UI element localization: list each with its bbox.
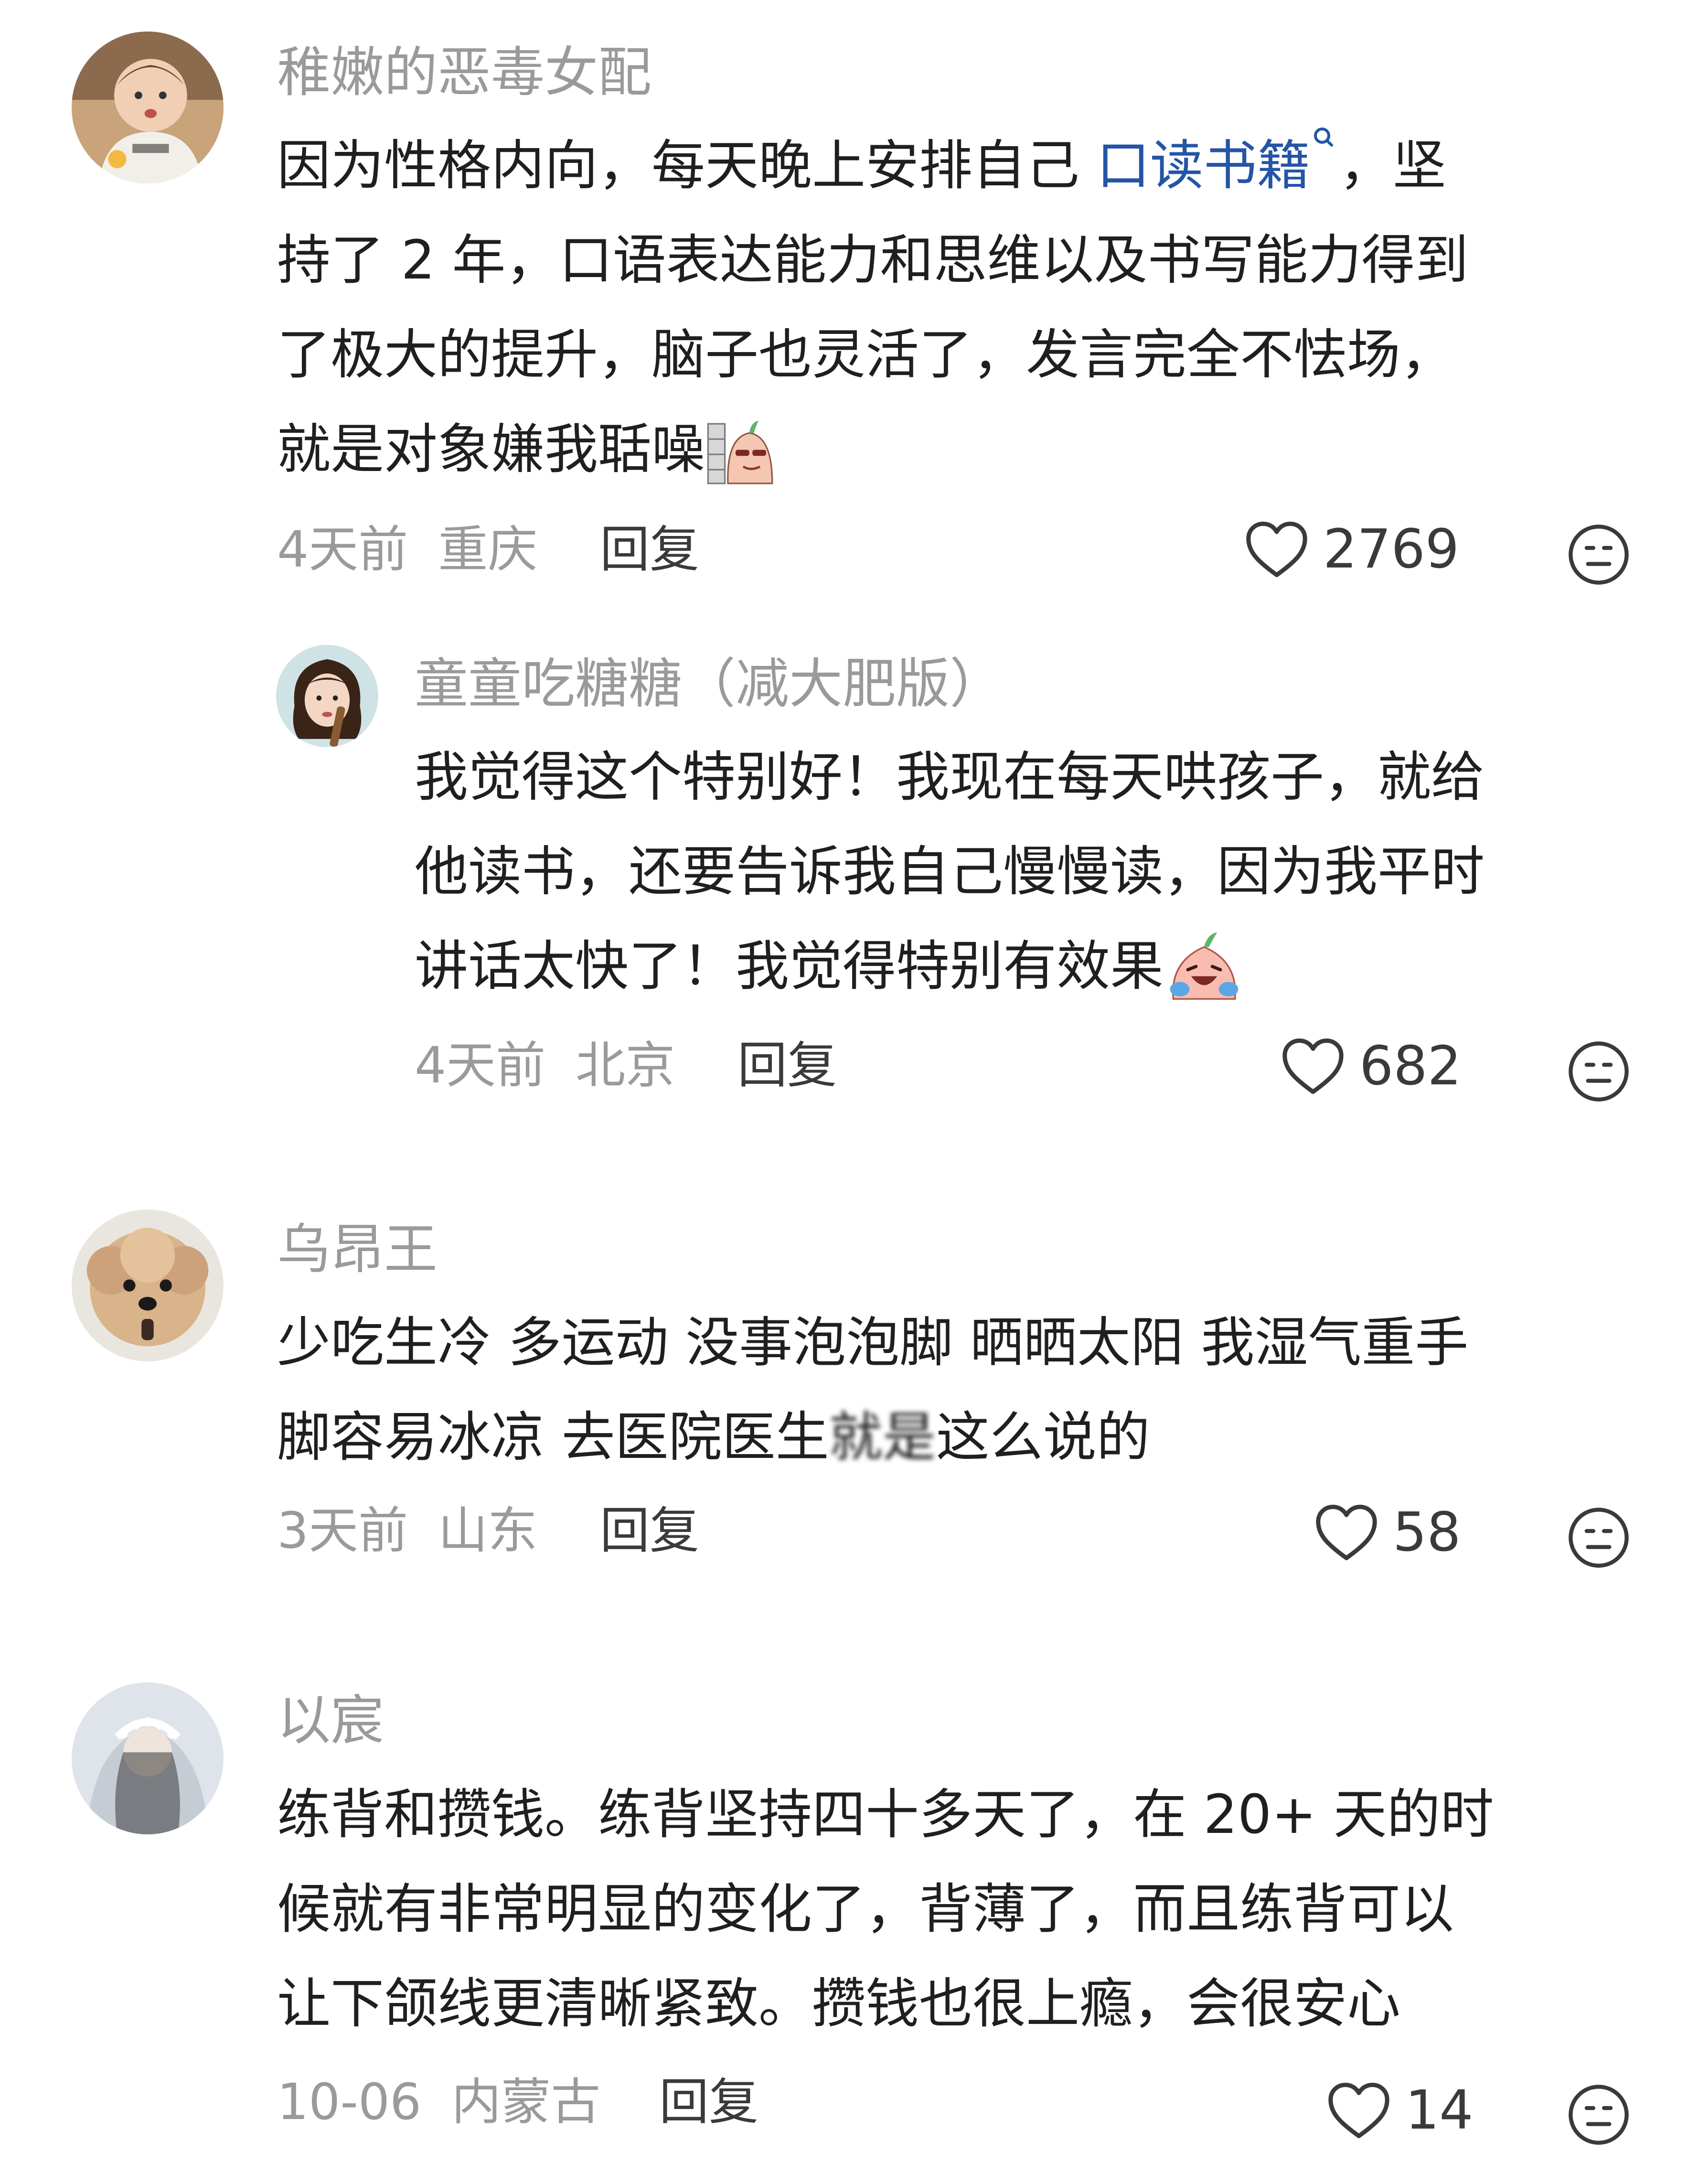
comment-time: 3天前 (277, 1501, 408, 1560)
username[interactable]: 以宸 (277, 1694, 384, 1747)
comment-meta: 4天前 重庆 (277, 525, 537, 574)
comment-line-text: 因为性格内向，每天晚上安排自己 (277, 135, 1097, 197)
comment-line: 练背和攒钱。练背坚持四十多天了，在 20+ 天的时 (277, 1784, 1494, 1846)
comment-location: 山东 (438, 1501, 538, 1560)
comment-line: 持了 2 年，口语表达能力和思维以及书写能力得到 (277, 229, 1469, 291)
username[interactable]: 童童吃糖糖（减大肥版） (415, 657, 1003, 711)
comment-text: 我觉得这个特别好！我现在每天哄孩子，就给 他读书，还要告诉我自己慢慢读，因为我平… (415, 730, 1484, 1014)
laugh-cry-emoji-icon (1170, 932, 1239, 1000)
avatar[interactable] (72, 1210, 224, 1361)
blurred-text: 就是 (829, 1406, 936, 1468)
like-count: 58 (1393, 1501, 1461, 1563)
comment-time: 4天前 (277, 520, 408, 578)
search-icon[interactable] (1311, 122, 1339, 165)
search-keyword-text[interactable]: 口读书籍 (1097, 135, 1311, 197)
comment-line-text: 脚容易冰凉 去医院医生 (277, 1406, 829, 1468)
neutral-face-icon[interactable] (1567, 523, 1631, 587)
comment-location: 北京 (576, 1036, 675, 1094)
comment-line-text: 就是对象嫌我聒噪 (277, 418, 705, 481)
neutral-face-icon[interactable] (1567, 1506, 1631, 1570)
like-button[interactable]: 2769 (1244, 520, 1459, 579)
reply-button[interactable]: 回复 (600, 1506, 699, 1555)
username[interactable]: 稚嫩的恶毒女配 (277, 46, 651, 99)
comment-time: 4天前 (415, 1036, 546, 1094)
comment-line: 讲话太快了！我觉得特别有效果 (415, 919, 1484, 1014)
avatar[interactable] (276, 645, 378, 747)
avatar[interactable] (72, 32, 224, 183)
like-count: 2769 (1323, 518, 1460, 580)
comment-line: 候就有非常明显的变化了，背薄了，而且练背可以 (277, 1878, 1454, 1940)
comment-line-text: 这么说的 (936, 1406, 1150, 1468)
comment-line-text: ，坚 (1339, 135, 1446, 197)
comment-location: 重庆 (438, 520, 538, 578)
neutral-face-icon[interactable] (1567, 1039, 1631, 1103)
comment-text: 练背和攒钱。练背坚持四十多天了，在 20+ 天的时 候就有非常明显的变化了，背薄… (277, 1767, 1494, 2051)
reply-button[interactable]: 回复 (600, 525, 699, 574)
comment-line-text: 讲话太快了！我觉得特别有效果 (415, 935, 1164, 997)
comment-meta: 4天前 北京 (415, 1040, 675, 1090)
like-button[interactable]: 14 (1326, 2081, 1474, 2140)
comment-meta: 3天前 山东 (277, 1506, 537, 1555)
comment-line: 少吃生冷 多运动 没事泡泡脚 晒晒太阳 我湿气重手 (277, 1312, 1469, 1374)
like-button[interactable]: 58 (1314, 1503, 1461, 1562)
like-count: 14 (1405, 2079, 1474, 2141)
comment-line: 了极大的提升，脑子也灵活了，发言完全不怯场， (277, 324, 1454, 386)
username[interactable]: 乌昂王 (277, 1223, 438, 1276)
comment-line: 他读书，还要告诉我自己慢慢读，因为我平时 (415, 841, 1484, 903)
heart-outline-icon[interactable] (1244, 520, 1310, 579)
neutral-face-icon[interactable] (1567, 2083, 1631, 2147)
comment-line: 脚容易冰凉 去医院医生就是这么说的 (277, 1390, 1468, 1485)
comment-text: 因为性格内向，每天晚上安排自己 口读书籍 ，坚 持了 2 年，口语表达能力和思维以… (277, 118, 1468, 497)
heart-outline-icon[interactable] (1314, 1503, 1379, 1562)
like-count: 682 (1359, 1035, 1462, 1097)
heart-outline-icon[interactable] (1280, 1037, 1346, 1096)
smug-emoji-icon (707, 421, 773, 484)
avatar[interactable] (72, 1682, 224, 1834)
comment-line: 让下颌线更清晰紧致。攒钱也很上瘾，会很安心 (277, 1973, 1400, 2035)
comment-location: 内蒙古 (451, 2073, 601, 2131)
comment-line: 我觉得这个特别好！我现在每天哄孩子，就给 (415, 746, 1484, 808)
comment-text: 少吃生冷 多运动 没事泡泡脚 晒晒太阳 我湿气重手 脚容易冰凉 去医院医生就是这… (277, 1295, 1468, 1485)
like-button[interactable]: 682 (1280, 1037, 1462, 1096)
comment-line: 因为性格内向，每天晚上安排自己 口读书籍 ，坚 (277, 118, 1468, 213)
comment-meta: 10-06 内蒙古 (277, 2077, 600, 2127)
reply-button[interactable]: 回复 (737, 1040, 837, 1090)
heart-outline-icon[interactable] (1326, 2081, 1392, 2140)
comment-line: 就是对象嫌我聒噪 (277, 402, 1468, 497)
comment-time: 10-06 (277, 2073, 422, 2131)
reply-button[interactable]: 回复 (659, 2077, 758, 2127)
search-keyword-link[interactable]: 口读书籍 (1097, 128, 1339, 197)
